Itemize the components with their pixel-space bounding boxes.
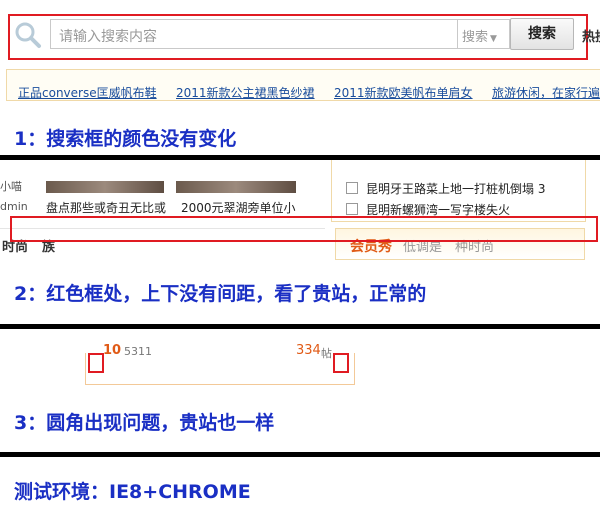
chevron-down-icon: ▼ [490, 34, 497, 44]
stat-number: 334 [296, 343, 321, 358]
hotword-link[interactable]: 正品converse匡威帆布鞋 [18, 84, 157, 101]
caption-3: 3：圆角出现问题，贵站也一样 [14, 412, 275, 434]
news-item-label: 昆明牙王路菜上地一打桩机倒塌 3 [366, 182, 546, 196]
stat-label: 帖 [321, 347, 332, 360]
highlight-box-corner-right [333, 353, 349, 373]
thumbnail-image[interactable] [176, 181, 296, 193]
news-icon [346, 203, 358, 215]
news-item-label: 昆明新螺狮湾一写字楼失火 [366, 203, 511, 217]
news-item[interactable]: 昆明牙王路菜上地一打桩机倒塌 3 [346, 180, 545, 197]
search-scope-select[interactable]: 搜索 ▼ [458, 19, 510, 49]
thumbnail-image[interactable] [46, 181, 164, 193]
caption-2: 2：红色框处，上下没有间距，看了贵站，正常的 [14, 283, 427, 305]
thumbnail-caption[interactable]: 2000元翠湖旁单位小 [181, 199, 296, 216]
caption-4: 测试环境：IE8+CHROME [14, 481, 251, 503]
hotword-link[interactable]: 2011新款欧美帆布单肩女 [334, 84, 473, 101]
stat-number: 10 [103, 343, 122, 358]
highlight-box-gap [10, 216, 598, 242]
hotword-link[interactable]: 2011新款公主裙黑色纱裙 [176, 84, 315, 101]
search-button[interactable]: 搜索 [510, 18, 574, 50]
thumbnail-caption[interactable]: 盘点那些或奇丑无比或 [46, 199, 166, 216]
stat-label: 5311 [124, 345, 152, 358]
left-edge-text-bottom: dmin [0, 200, 28, 213]
section-divider [0, 324, 600, 329]
hot-search-label: 热搜 [582, 30, 600, 45]
hotword-link[interactable]: 旅游休闲，在家行遍 [492, 84, 600, 101]
highlight-box-corner-left [88, 353, 104, 373]
search-scope-label: 搜索 [462, 30, 489, 45]
section-divider [0, 452, 600, 457]
news-icon [346, 182, 358, 194]
search-input[interactable]: 请输入搜索内容 [50, 19, 458, 49]
left-edge-text-top: 小喵 [0, 180, 22, 193]
caption-1: 1：搜索框的颜色没有变化 [14, 128, 237, 150]
search-icon [15, 22, 41, 48]
left-edge-fragment: 小喵 dmin [0, 178, 38, 220]
